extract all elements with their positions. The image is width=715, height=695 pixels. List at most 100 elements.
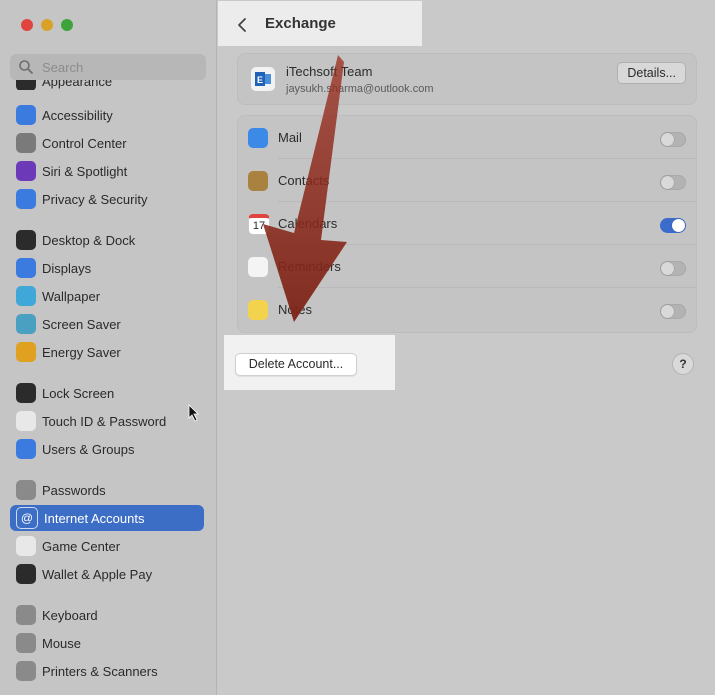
- sidebar-item-label: Internet Accounts: [44, 510, 145, 526]
- sidebar-item-label: Control Center: [42, 135, 127, 151]
- back-button[interactable]: [233, 12, 251, 38]
- window-controls: [21, 19, 73, 31]
- sidebar-item-label: Game Center: [42, 538, 121, 554]
- sidebar-item-label: Keyboard: [42, 607, 98, 623]
- sidebar-item-label: Mouse: [42, 635, 82, 651]
- sidebar-item-desktop-dock[interactable]: Desktop & Dock: [10, 227, 204, 253]
- sidebar-item-label: Siri & Spotlight: [42, 163, 128, 179]
- service-row-notes: Notes: [238, 288, 696, 331]
- toggle-notes[interactable]: [660, 304, 686, 319]
- reminders-icon: [248, 257, 268, 277]
- sidebar: Appearance Accessibility Control Center Si…: [0, 0, 217, 695]
- calendar-icon: 17: [248, 214, 270, 235]
- sidebar-item-wallpaper[interactable]: Wallpaper: [10, 283, 204, 309]
- sidebar-item-siri-spotlight[interactable]: Siri & Spotlight: [10, 158, 204, 184]
- sidebar-item-accessibility[interactable]: Accessibility: [10, 102, 204, 128]
- mouse-icon: [16, 633, 36, 653]
- game-center-icon: [16, 536, 36, 556]
- fingerprint-icon: [16, 411, 36, 431]
- service-row-contacts: Contacts: [238, 159, 696, 202]
- sidebar-item-displays[interactable]: Displays: [10, 255, 204, 281]
- sidebar-item-appearance[interactable]: Appearance: [16, 80, 196, 90]
- sidebar-item-touch-id-password[interactable]: Touch ID & Password: [10, 408, 204, 434]
- sidebar-item-energy-saver[interactable]: Energy Saver: [10, 339, 204, 365]
- search-icon: [19, 60, 33, 74]
- toggle-knob: [661, 176, 674, 189]
- delete-account-button[interactable]: Delete Account...: [235, 353, 357, 376]
- energy-icon: [16, 342, 36, 362]
- sidebar-item-label: Lock Screen: [42, 385, 115, 401]
- sidebar-list: Appearance Accessibility Control Center Si…: [0, 80, 216, 695]
- toggle-mail[interactable]: [660, 132, 686, 147]
- toggle-knob: [661, 305, 674, 318]
- toggle-calendars[interactable]: [660, 218, 686, 233]
- displays-icon: [16, 258, 36, 278]
- toggle-knob: [661, 133, 674, 146]
- search-input[interactable]: [40, 58, 194, 76]
- sidebar-item-label: Accessibility: [42, 107, 113, 123]
- sidebar-item-lock-screen[interactable]: Lock Screen: [10, 380, 204, 406]
- service-label: Contacts: [278, 173, 330, 188]
- sidebar-item-label: Printers & Scanners: [42, 663, 158, 679]
- minimize-window-button[interactable]: [41, 19, 53, 31]
- contacts-icon: [248, 171, 268, 191]
- wallpaper-icon: [16, 286, 36, 306]
- siri-icon: [16, 161, 36, 181]
- service-label: Notes: [278, 302, 312, 317]
- printer-icon: [16, 661, 36, 681]
- close-window-button[interactable]: [21, 19, 33, 31]
- service-row-reminders: Reminders: [238, 245, 696, 288]
- svg-text:E: E: [257, 75, 263, 85]
- sidebar-item-label: Displays: [42, 260, 92, 276]
- sidebar-item-wallet-apple-pay[interactable]: Wallet & Apple Pay: [10, 561, 204, 587]
- toggle-reminders[interactable]: [660, 261, 686, 276]
- hand-icon: [16, 189, 36, 209]
- chevron-left-icon: [238, 18, 246, 32]
- sidebar-item-label: Wallpaper: [42, 288, 101, 304]
- details-button[interactable]: Details...: [617, 62, 686, 84]
- sidebar-item-printers-scanners[interactable]: Printers & Scanners: [10, 658, 204, 684]
- sidebar-item-mouse[interactable]: Mouse: [10, 630, 204, 656]
- appearance-icon: [16, 80, 36, 90]
- zoom-window-button[interactable]: [61, 19, 73, 31]
- service-label: Calendars: [278, 216, 338, 231]
- toggle-knob: [672, 219, 685, 232]
- mail-icon: [248, 128, 268, 148]
- toggle-contacts[interactable]: [660, 175, 686, 190]
- sidebar-item-users-groups[interactable]: Users & Groups: [10, 436, 204, 462]
- service-row-mail: Mail: [238, 116, 696, 159]
- sidebar-item-privacy-security[interactable]: Privacy & Security: [10, 186, 204, 212]
- sidebar-item-label: Touch ID & Password: [42, 413, 167, 429]
- sidebar-item-label: Privacy & Security: [42, 191, 148, 207]
- sidebar-item-control-center[interactable]: Control Center: [10, 130, 204, 156]
- account-name: iTechsoft Team: [286, 64, 373, 79]
- sidebar-item-label: Desktop & Dock: [42, 232, 136, 248]
- service-label: Reminders: [278, 259, 341, 274]
- sidebar-item-passwords[interactable]: Passwords: [10, 477, 204, 503]
- account-card: E iTechsoft Team jaysukh.sharma@outlook.…: [237, 53, 697, 105]
- notes-icon: [248, 300, 268, 320]
- sidebar-item-keyboard[interactable]: Keyboard: [10, 602, 204, 628]
- sidebar-item-label: Wallet & Apple Pay: [42, 566, 153, 582]
- key-icon: [16, 480, 36, 500]
- accessibility-icon: [16, 105, 36, 125]
- wallet-icon: [16, 564, 36, 584]
- search-field[interactable]: [10, 54, 206, 80]
- service-row-calendars: 17 Calendars: [238, 202, 696, 245]
- keyboard-icon: [16, 605, 36, 625]
- help-button[interactable]: ?: [672, 353, 694, 375]
- sidebar-item-label: Energy Saver: [42, 344, 121, 360]
- sidebar-item-screen-saver[interactable]: Screen Saver: [10, 311, 204, 337]
- sidebar-item-game-center[interactable]: Game Center: [10, 533, 204, 559]
- sidebar-item-label: Screen Saver: [42, 316, 121, 332]
- account-email: jaysukh.sharma@outlook.com: [286, 83, 434, 95]
- dock-icon: [16, 230, 36, 250]
- lock-icon: [16, 383, 36, 403]
- at-icon: @: [16, 507, 38, 529]
- toggle-knob: [661, 262, 674, 275]
- sidebar-item-internet-accounts[interactable]: @ Internet Accounts: [10, 505, 204, 531]
- exchange-icon: E: [251, 67, 275, 91]
- screen-saver-icon: [16, 314, 36, 334]
- sidebar-item-label: Passwords: [42, 482, 106, 498]
- page-title: Exchange: [265, 15, 336, 32]
